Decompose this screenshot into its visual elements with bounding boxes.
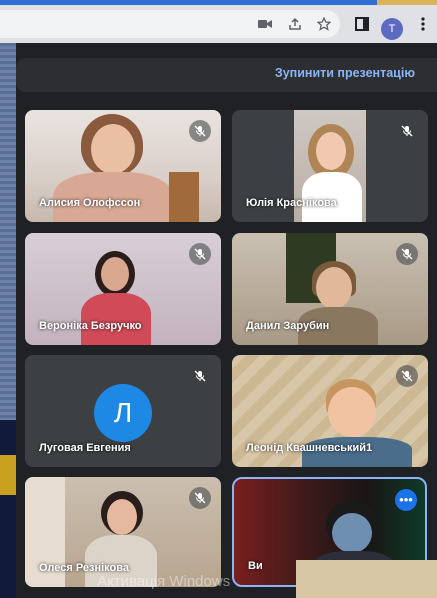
participant-tile[interactable]: Данил Зарубин (232, 233, 428, 345)
participant-face (107, 499, 137, 535)
browser-toolbar: T (0, 5, 437, 43)
desktop-wallpaper-dark (0, 420, 16, 598)
more-vert-icon[interactable] (412, 13, 434, 35)
participant-tile[interactable]: Вероніка Безручко (25, 233, 221, 345)
mic-off-icon (189, 120, 211, 142)
mic-off-icon (396, 365, 418, 387)
participant-face (316, 132, 346, 170)
mic-off-icon (189, 487, 211, 509)
participant-name: Юлія Краснікова (246, 197, 337, 209)
participant-face (91, 124, 135, 174)
participant-tile[interactable]: Юлія Краснікова (232, 110, 428, 222)
avatar: Л (94, 384, 152, 442)
profile-avatar[interactable]: T (381, 18, 403, 40)
participant-face (316, 267, 352, 309)
mic-off-icon (396, 120, 418, 142)
sidepanel-icon[interactable] (351, 13, 373, 35)
participant-name: Ви (248, 560, 263, 572)
participant-face (101, 257, 129, 291)
mic-off-icon (189, 365, 211, 387)
star-icon[interactable] (313, 13, 335, 35)
desktop-wallpaper-accent (0, 455, 16, 495)
mic-off-icon (396, 243, 418, 265)
background-furniture (169, 172, 199, 222)
participant-face (328, 387, 376, 437)
desktop-corner (296, 560, 437, 598)
camera-icon[interactable] (254, 13, 276, 35)
participant-body (81, 293, 151, 345)
more-options-icon[interactable]: ••• (395, 489, 417, 511)
participant-tile[interactable]: Олеся Резнікова (25, 477, 221, 587)
participant-tile[interactable]: Леонід Квашневський1 (232, 355, 428, 467)
activation-watermark: Активація Windows (97, 573, 231, 590)
share-icon[interactable] (284, 13, 306, 35)
mic-off-icon (189, 243, 211, 265)
participant-name: Вероніка Безручко (39, 320, 142, 332)
participant-name: Леонід Квашневський1 (246, 442, 373, 454)
participant-name: Алисия Олофссон (39, 197, 141, 209)
participant-name: Данил Зарубин (246, 320, 330, 332)
participant-name: Луговая Евгения (39, 442, 131, 454)
participant-tile[interactable]: Алисия Олофссон (25, 110, 221, 222)
participant-face (332, 513, 372, 553)
stop-presentation-button[interactable]: Зупинити презентацію (275, 66, 415, 80)
participant-tile[interactable]: Л Луговая Евгения (25, 355, 221, 467)
